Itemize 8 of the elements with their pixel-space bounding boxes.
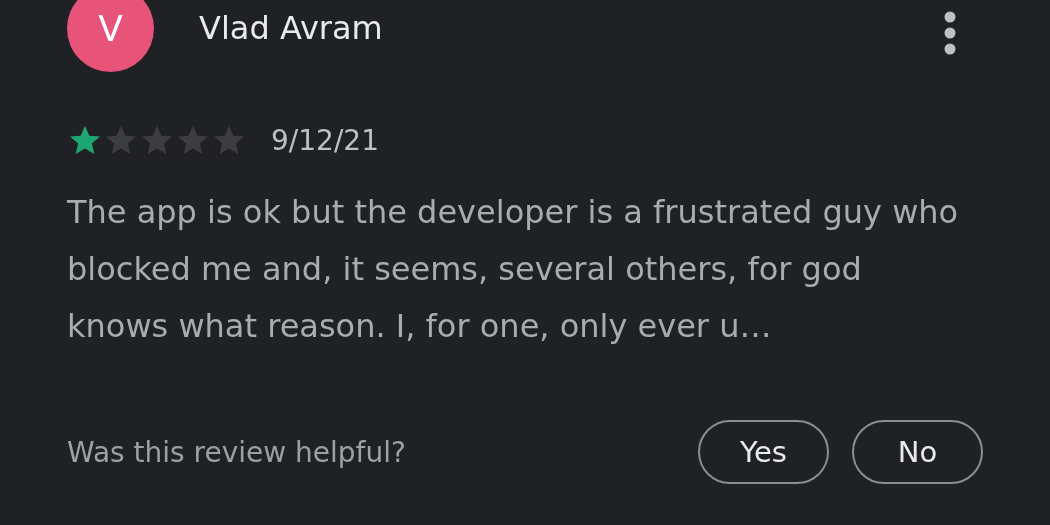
- review-text: The app is ok but the developer is a frustrated guy who blocked me and, it seems, several others, for god knows what reason. I, for one, only ever u…: [67, 192, 960, 347]
- author-name: Vlad Avram: [199, 9, 384, 47]
- helpful-question: Was this review helpful?: [67, 435, 407, 469]
- vote-button[interactable]: No: [852, 420, 983, 484]
- more-options-icon[interactable]: [943, 11, 957, 55]
- review-date: 9/12/21: [271, 123, 379, 157]
- vote-button[interactable]: Yes: [698, 420, 829, 484]
- avatar: V: [67, 0, 154, 72]
